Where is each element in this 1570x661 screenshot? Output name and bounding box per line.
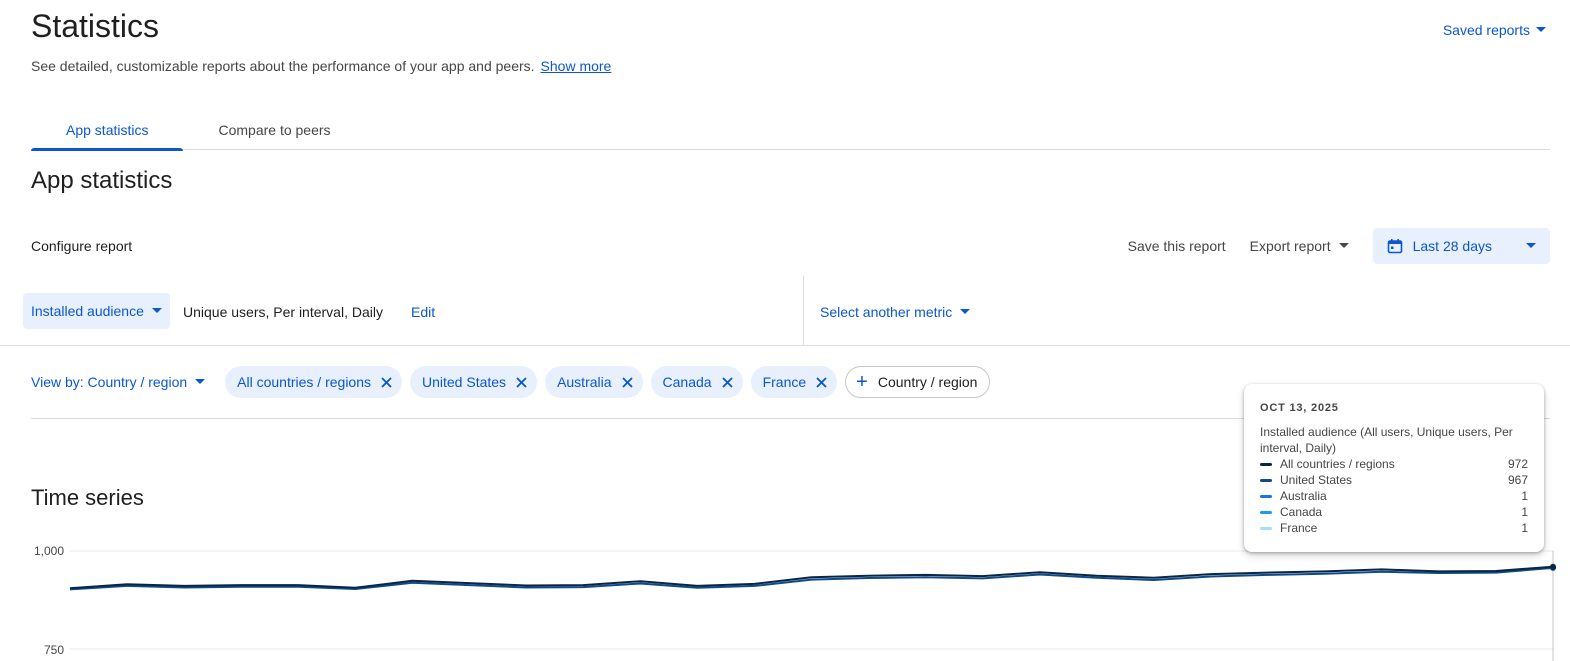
tooltip-series-value: 1 [1521, 505, 1528, 519]
report-toolbar: Save this report Export report Last 28 d… [1128, 228, 1550, 264]
tooltip-row: France 1 [1260, 520, 1528, 536]
caret-down-icon [1536, 27, 1546, 32]
tooltip-date: OCT 13, 2025 [1260, 402, 1339, 414]
page-subtitle: See detailed, customizable reports about… [31, 58, 611, 74]
date-range-label: Last 28 days [1412, 238, 1492, 254]
caret-down-icon [1338, 243, 1349, 248]
close-icon[interactable] [816, 376, 827, 388]
chart-tooltip: OCT 13, 2025 Installed audience (All use… [1244, 384, 1544, 552]
tooltip-series-value: 967 [1507, 473, 1528, 487]
tooltip-series-name: United States [1280, 473, 1353, 487]
hover-point [1550, 563, 1556, 570]
edit-metric-link[interactable]: Edit [411, 304, 435, 320]
tooltip-row: Australia 1 [1260, 488, 1528, 504]
filter-row: View by: Country / region All countries … [31, 366, 991, 398]
tooltip-series-name: All countries / regions [1280, 457, 1395, 471]
saved-reports-menu[interactable]: Saved reports [1443, 22, 1546, 38]
tooltip-metric: Installed audience (All users, Unique us… [1260, 425, 1513, 455]
export-report-label: Export report [1249, 238, 1331, 254]
tooltip-series-name: France [1280, 521, 1318, 535]
legend-swatch [1260, 510, 1272, 514]
save-report-button[interactable]: Save this report [1128, 238, 1226, 254]
chip-label: All countries / regions [237, 374, 371, 390]
caret-down-icon [151, 308, 162, 313]
filter-chip-united-states[interactable]: United States [410, 366, 538, 398]
metric-name: Installed audience [31, 303, 144, 319]
select-another-metric-dropdown[interactable]: Select another metric [820, 304, 971, 320]
chip-label: Australia [557, 374, 612, 390]
close-icon[interactable] [621, 376, 633, 388]
tooltip-row: Canada 1 [1260, 504, 1528, 520]
time-series-title: Time series [31, 485, 144, 510]
view-by-dropdown[interactable]: View by: Country / region [31, 374, 206, 390]
page-title: Statistics [31, 8, 160, 44]
tooltip-series-value: 1 [1521, 489, 1528, 503]
chip-label: France [762, 374, 807, 390]
tab-compare-to-peers[interactable]: Compare to peers [183, 110, 365, 150]
metric-selector-row: Installed audience Unique users, Per int… [0, 276, 1570, 346]
plus-icon: + [856, 371, 868, 393]
select-another-metric-label: Select another metric [820, 304, 953, 320]
tab-app-statistics[interactable]: App statistics [31, 110, 184, 151]
configure-report-label: Configure report [31, 238, 133, 254]
view-by-label: View by: Country / region [31, 374, 188, 390]
close-icon[interactable] [381, 376, 392, 388]
tab-bar: App statistics Compare to peers [31, 110, 1550, 151]
add-country-chip[interactable]: + Country / region [845, 366, 991, 398]
metric-dropdown[interactable]: Installed audience [23, 293, 170, 329]
legend-swatch [1260, 462, 1272, 466]
chip-label: Canada [662, 374, 712, 390]
tooltip-row: All countries / regions 972 [1260, 456, 1528, 472]
tooltip-series-name: Canada [1280, 505, 1323, 519]
show-more-link[interactable]: Show more [541, 58, 612, 74]
tooltip-row: United States 967 [1260, 472, 1528, 488]
series-group [69, 563, 1556, 591]
filter-chip-all-countries[interactable]: All countries / regions [225, 366, 402, 398]
y-tick-label: 750 [44, 643, 64, 657]
export-report-button[interactable]: Export report [1250, 238, 1349, 254]
date-range-button[interactable]: Last 28 days [1372, 228, 1550, 264]
series-line [69, 565, 1554, 590]
tooltip-series-value: 972 [1507, 457, 1528, 471]
subtitle-text: See detailed, customizable reports about… [31, 58, 535, 74]
legend-swatch [1260, 478, 1272, 482]
close-icon[interactable] [516, 376, 527, 388]
time-series-chart[interactable]: 1,000 750 [0, 535, 1570, 661]
legend-swatch [1260, 526, 1272, 530]
saved-reports-label: Saved reports [1442, 22, 1530, 38]
tooltip-series-name: Australia [1280, 489, 1327, 503]
filter-chip-canada[interactable]: Canada [650, 366, 743, 398]
legend-swatch [1260, 494, 1272, 498]
caret-down-icon [960, 309, 971, 314]
caret-down-icon [195, 379, 206, 384]
metric-divider [803, 276, 804, 346]
calendar-icon [1387, 239, 1402, 254]
close-icon[interactable] [721, 376, 733, 388]
tooltip-series-value: 1 [1521, 521, 1528, 535]
caret-down-icon [1526, 243, 1536, 248]
metric-description: Unique users, Per interval, Daily [183, 304, 383, 320]
y-tick-label: 1,000 [34, 544, 64, 558]
section-title: App statistics [31, 167, 173, 194]
filter-chip-france[interactable]: France [750, 366, 838, 398]
add-country-label: Country / region [877, 374, 978, 390]
chip-label: United States [422, 374, 507, 390]
filter-chip-australia[interactable]: Australia [545, 366, 643, 398]
